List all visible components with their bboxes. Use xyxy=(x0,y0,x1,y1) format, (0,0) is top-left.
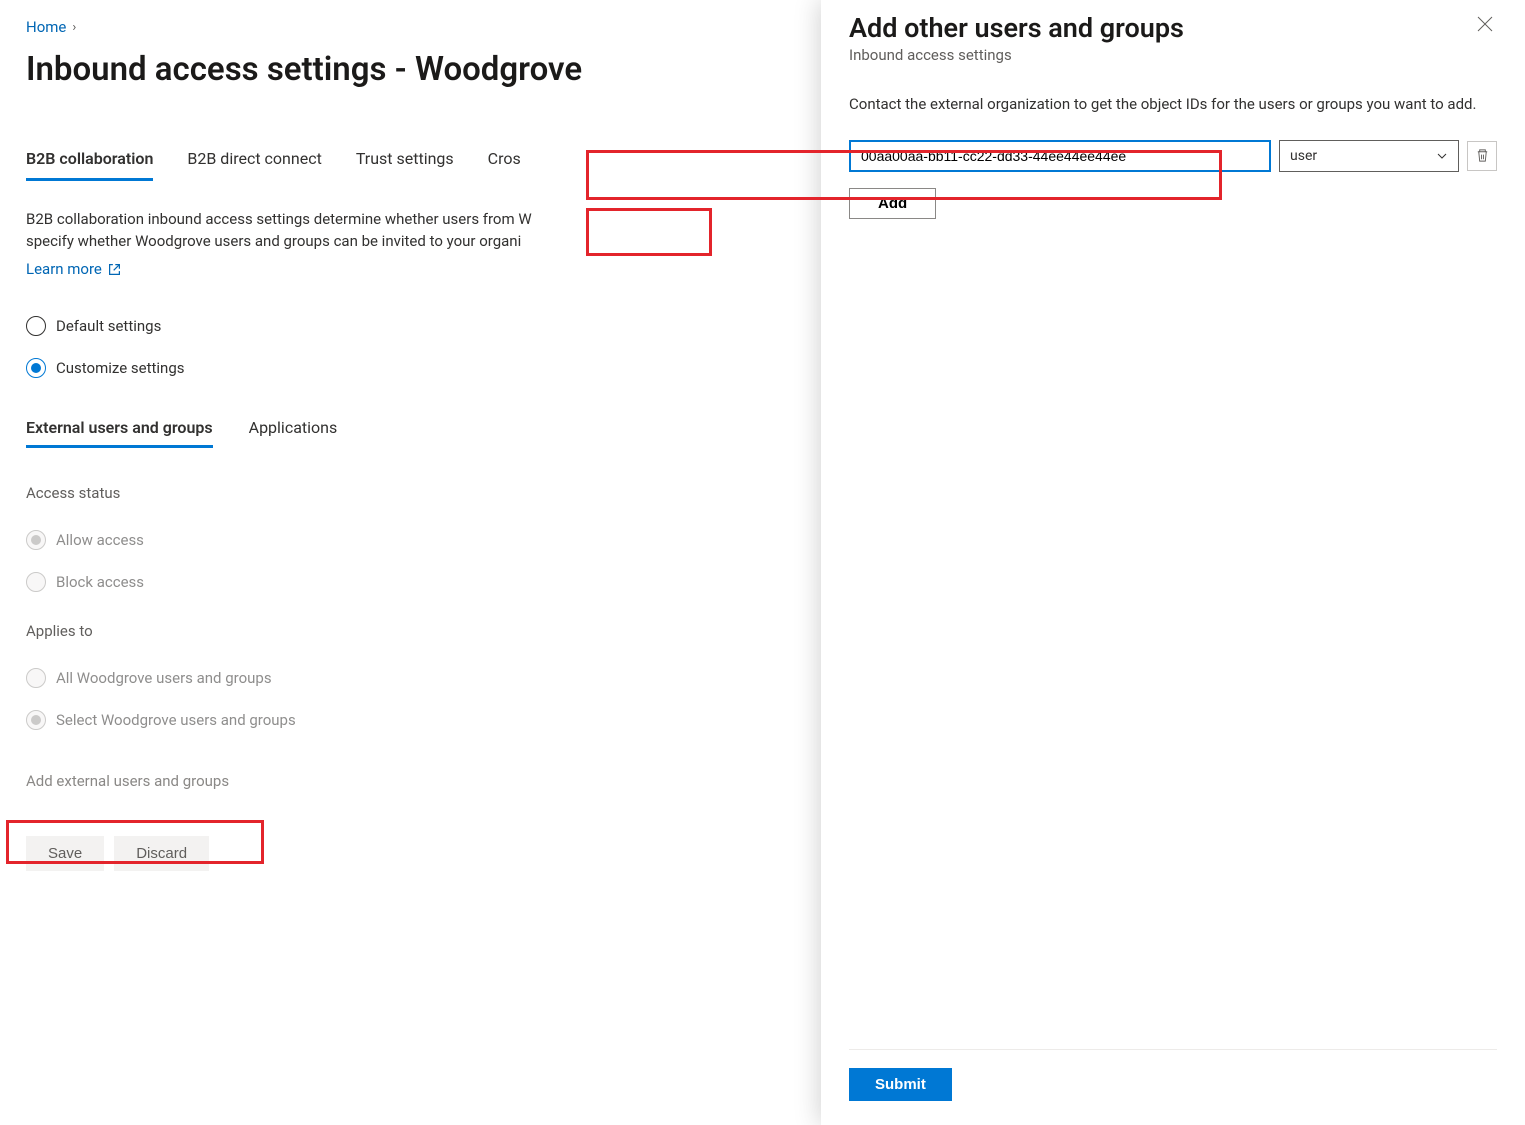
radio-icon xyxy=(26,316,46,336)
add-button[interactable]: Add xyxy=(849,188,936,219)
add-users-panel: Add other users and groups Inbound acces… xyxy=(821,0,1525,1125)
radio-icon xyxy=(26,358,46,378)
select-value: user xyxy=(1290,148,1317,164)
learn-more-label: Learn more xyxy=(26,259,102,281)
chevron-right-icon: › xyxy=(72,20,76,35)
panel-description: Contact the external organization to get… xyxy=(849,94,1497,116)
tab-b2b-direct-connect[interactable]: B2B direct connect xyxy=(187,149,321,181)
description-span: B2B collaboration inbound access setting… xyxy=(26,210,532,250)
radio-label: All Woodgrove users and groups xyxy=(56,669,272,687)
tab-external-users-groups[interactable]: External users and groups xyxy=(26,418,213,448)
delete-entry-button[interactable] xyxy=(1467,141,1497,171)
tab-cross-tenant[interactable]: Cros xyxy=(488,149,521,181)
panel-footer: Submit xyxy=(849,1049,1497,1125)
panel-title: Add other users and groups xyxy=(849,12,1184,44)
save-button[interactable]: Save xyxy=(26,836,104,871)
panel-header: Add other users and groups Inbound acces… xyxy=(849,12,1497,94)
radio-label: Default settings xyxy=(56,317,161,335)
radio-label: Select Woodgrove users and groups xyxy=(56,711,296,729)
trash-icon xyxy=(1475,148,1490,163)
radio-icon xyxy=(26,710,46,730)
close-icon[interactable] xyxy=(1473,12,1497,36)
radio-label: Customize settings xyxy=(56,359,185,377)
radio-icon xyxy=(26,668,46,688)
radio-icon xyxy=(26,572,46,592)
tab-trust-settings[interactable]: Trust settings xyxy=(356,149,454,181)
tab-b2b-collaboration[interactable]: B2B collaboration xyxy=(26,149,153,181)
external-link-icon xyxy=(108,263,121,276)
learn-more-link[interactable]: Learn more xyxy=(26,259,121,281)
submit-button[interactable]: Submit xyxy=(849,1068,952,1101)
object-id-input[interactable] xyxy=(849,140,1271,172)
radio-label: Block access xyxy=(56,573,144,591)
object-type-select[interactable]: user xyxy=(1279,140,1459,172)
description-text: B2B collaboration inbound access setting… xyxy=(26,209,826,280)
breadcrumb-home-link[interactable]: Home xyxy=(26,18,66,36)
chevron-down-icon xyxy=(1436,150,1448,162)
discard-button[interactable]: Discard xyxy=(114,836,209,871)
tab-applications[interactable]: Applications xyxy=(249,418,338,448)
radio-icon xyxy=(26,530,46,550)
panel-subtitle: Inbound access settings xyxy=(849,46,1184,64)
object-id-entry-row: user xyxy=(849,140,1497,172)
radio-label: Allow access xyxy=(56,531,144,549)
add-external-users-groups-link[interactable]: Add external users and groups xyxy=(26,772,229,790)
